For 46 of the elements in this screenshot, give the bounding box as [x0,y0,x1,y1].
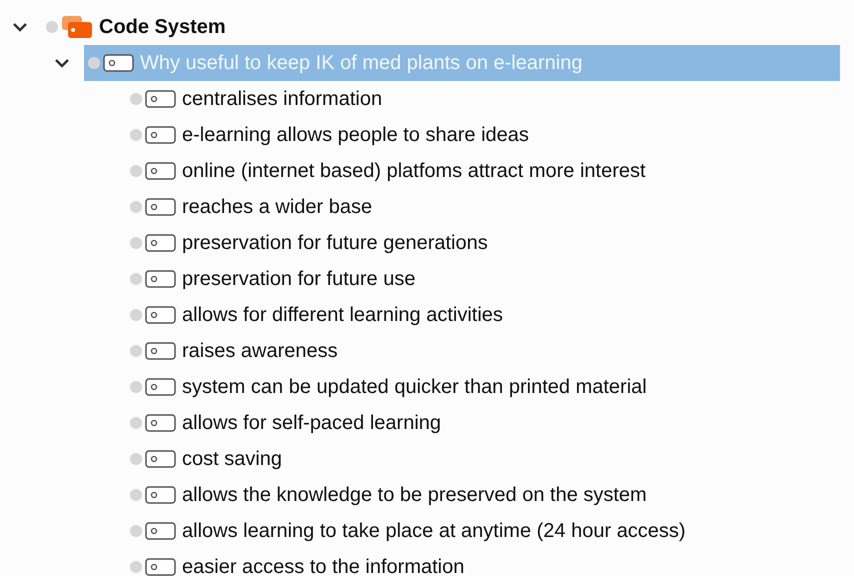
code-label: allows for self-paced learning [182,411,442,436]
code-label: reaches a wider base [182,195,372,220]
tree-item[interactable]: Code System [42,9,840,45]
tag-icon [145,342,176,360]
tag-icon [145,234,176,252]
tree-item[interactable]: system can be updated quicker than printed material [126,369,840,405]
tree-item[interactable]: preservation for future generations [126,225,840,261]
tree-item[interactable]: centralises information [126,81,840,117]
tree-item[interactable]: easier access to the information [126,549,840,576]
code-label: centralises information [182,87,382,112]
tree-item[interactable]: e-learning allows people to share ideas [126,117,840,153]
code-label: system can be updated quicker than printed material [182,375,647,400]
code-label: cost saving [182,447,282,472]
code-label: raises awareness [182,339,338,364]
tag-icon [145,414,176,432]
code-label: preservation for future generations [182,231,488,256]
tree-item[interactable]: allows for different learning activities [126,297,840,333]
tag-icon [145,450,176,468]
tag-icon [145,126,176,144]
tree-item[interactable]: raises awareness [126,333,840,369]
code-label: preservation for future use [182,267,416,292]
tree-item[interactable]: allows for self-paced learning [126,405,840,441]
tree-item[interactable]: online (internet based) platfoms attract more interest [126,153,840,189]
tag-icon [145,162,176,180]
code-label: online (internet based) platfoms attract more interest [182,159,646,184]
tag-icon [145,522,176,540]
tree-item[interactable]: allows the knowledge to be preserved on the system [126,477,840,513]
code-label: allows for different learning activities [182,303,503,328]
tag-icon [145,270,176,288]
tree-item[interactable]: cost saving [126,441,840,477]
tag-icon [103,54,134,72]
tag-icon [145,90,176,108]
code-label: allows the knowledge to be preserved on the system [182,483,647,508]
tag-stack-icon [61,15,93,39]
code-label: e-learning allows people to share ideas [182,123,529,148]
tag-icon [145,198,176,216]
tag-icon [145,306,176,324]
code-label: easier access to the information [182,555,464,576]
tree-item[interactable]: allows learning to take place at anytime (24 hour access) [126,513,840,549]
tree-item[interactable]: reaches a wider base [126,189,840,225]
code-label: allows learning to take place at anytime (24 hour access) [182,519,686,544]
tree-item[interactable]: preservation for future use [126,261,840,297]
code-label: Why useful to keep IK of med plants on e-learning [140,51,582,76]
tag-icon [145,378,176,396]
code-label: Code System [99,15,226,40]
tag-icon [145,486,176,504]
